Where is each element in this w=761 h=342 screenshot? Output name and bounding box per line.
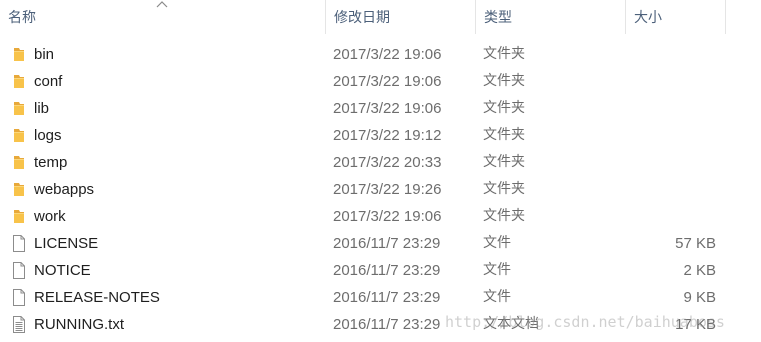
file-row[interactable]: webapps 2017/3/22 19:26 文件夹 xyxy=(0,176,761,203)
file-type: 文件夹 xyxy=(483,100,525,116)
file-row[interactable]: RELEASE-NOTES 2016/11/7 23:29 文件 9 KB xyxy=(0,284,761,311)
folder-icon xyxy=(11,73,27,90)
file-type: 文件夹 xyxy=(483,46,525,62)
file-size xyxy=(632,95,716,122)
file-row[interactable]: temp 2017/3/22 20:33 文件夹 xyxy=(0,149,761,176)
column-divider[interactable] xyxy=(725,0,726,34)
file-name: conf xyxy=(34,73,63,90)
file-icon xyxy=(11,235,27,252)
file-name: RELEASE-NOTES xyxy=(34,289,160,306)
sort-ascending-icon xyxy=(156,1,168,8)
column-header-size[interactable]: 大小 xyxy=(626,0,725,34)
file-type: 文件夹 xyxy=(483,208,525,224)
file-size xyxy=(632,41,716,68)
file-type: 文件夹 xyxy=(483,73,525,89)
file-modified-date: 2016/11/7 23:29 xyxy=(333,262,441,279)
file-icon xyxy=(11,262,27,279)
file-modified-date: 2017/3/22 19:06 xyxy=(333,73,442,90)
file-row[interactable]: conf 2017/3/22 19:06 文件夹 xyxy=(0,68,761,95)
file-type: 文件夹 xyxy=(483,127,525,143)
file-modified-date: 2016/11/7 23:29 xyxy=(333,316,441,333)
file-name: RUNNING.txt xyxy=(34,316,124,333)
file-name: logs xyxy=(34,127,62,144)
file-size: 2 KB xyxy=(683,262,716,279)
file-type: 文件夹 xyxy=(483,181,525,197)
file-row[interactable]: work 2017/3/22 19:06 文件夹 xyxy=(0,203,761,230)
file-size xyxy=(632,122,716,149)
file-row[interactable]: lib 2017/3/22 19:06 文件夹 xyxy=(0,95,761,122)
folder-icon xyxy=(11,100,27,117)
file-size xyxy=(632,68,716,95)
file-size xyxy=(632,149,716,176)
file-name: bin xyxy=(34,46,55,63)
file-list: bin 2017/3/22 19:06 文件夹 conf 2017/3/22 1… xyxy=(0,41,761,338)
file-name: NOTICE xyxy=(34,262,91,279)
folder-icon xyxy=(11,181,27,198)
column-header-bar: 名称 修改日期 类型 大小 xyxy=(0,0,761,34)
file-size xyxy=(632,176,716,203)
file-modified-date: 2017/3/22 19:06 xyxy=(333,100,442,117)
file-row[interactable]: logs 2017/3/22 19:12 文件夹 xyxy=(0,122,761,149)
file-name: lib xyxy=(34,100,50,117)
file-modified-date: 2017/3/22 19:12 xyxy=(333,127,442,144)
text-file-icon xyxy=(11,316,27,333)
folder-icon xyxy=(11,46,27,63)
file-type: 文件 xyxy=(483,289,511,305)
file-row[interactable]: bin 2017/3/22 19:06 文件夹 xyxy=(0,41,761,68)
file-modified-date: 2017/3/22 19:06 xyxy=(333,46,442,63)
file-name: temp xyxy=(34,154,68,171)
file-size: 9 KB xyxy=(683,289,716,306)
file-size: 57 KB xyxy=(675,235,716,252)
file-modified-date: 2017/3/22 19:06 xyxy=(333,208,442,225)
file-name: LICENSE xyxy=(34,235,99,252)
folder-icon xyxy=(11,208,27,225)
file-modified-date: 2017/3/22 20:33 xyxy=(333,154,442,171)
folder-icon xyxy=(11,154,27,171)
file-name: work xyxy=(34,208,66,225)
file-modified-date: 2017/3/22 19:26 xyxy=(333,181,442,198)
file-explorer: 名称 修改日期 类型 大小 bin 2017/3/22 19:06 文件夹 co… xyxy=(0,0,761,342)
column-header-date[interactable]: 修改日期 xyxy=(326,0,475,34)
column-header-type[interactable]: 类型 xyxy=(476,0,624,34)
file-name: webapps xyxy=(34,181,95,198)
folder-icon xyxy=(11,127,27,144)
file-row[interactable]: NOTICE 2016/11/7 23:29 文件 2 KB xyxy=(0,257,761,284)
file-size: 17 KB xyxy=(675,316,716,333)
file-type: 文本文档 xyxy=(483,316,539,332)
file-size xyxy=(632,203,716,230)
file-row[interactable]: RUNNING.txt 2016/11/7 23:29 文本文档 17 KB xyxy=(0,311,761,338)
file-type: 文件 xyxy=(483,235,511,251)
file-modified-date: 2016/11/7 23:29 xyxy=(333,289,441,306)
file-row[interactable]: LICENSE 2016/11/7 23:29 文件 57 KB xyxy=(0,230,761,257)
file-type: 文件夹 xyxy=(483,154,525,170)
file-icon xyxy=(11,289,27,306)
file-modified-date: 2016/11/7 23:29 xyxy=(333,235,441,252)
file-type: 文件 xyxy=(483,262,511,278)
